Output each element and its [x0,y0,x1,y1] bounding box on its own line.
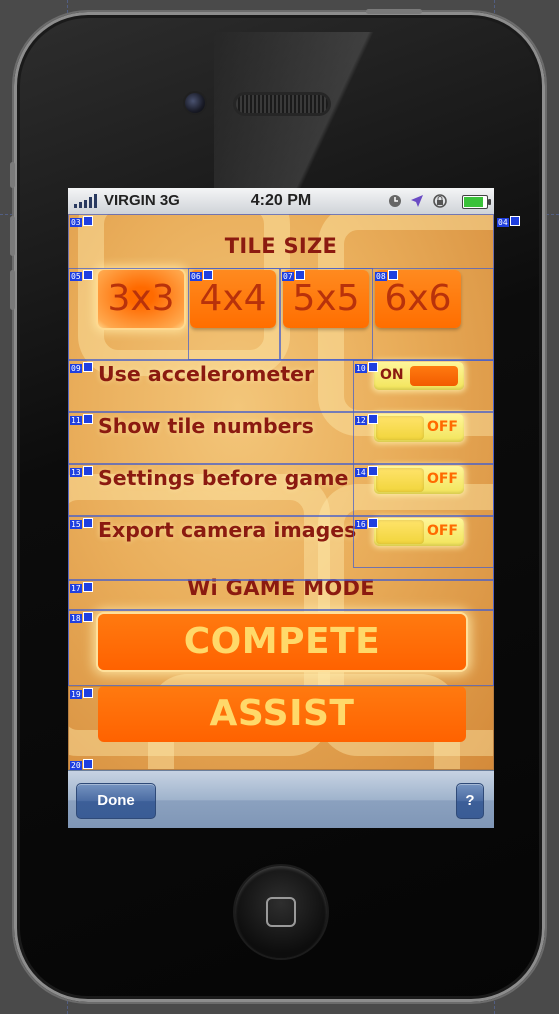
home-square-icon [266,897,296,927]
export-camera-images-label: Export camera images [98,518,357,542]
volume-down-button [10,270,15,310]
view-index-badge: 20 [70,759,93,770]
rotation-lock-icon [433,194,447,208]
toggle-state-text: ON [380,367,404,383]
view-index-badge: 18 [70,612,93,624]
view-index-badge: 11 [70,414,93,426]
toggle-knob [376,416,424,440]
compete-button[interactable]: COMPETE [98,614,466,670]
view-index-badge: 14 [355,466,378,478]
toggle-state-text: OFF [426,523,458,539]
view-index-badge: 19 [70,688,93,700]
done-button[interactable]: Done [76,783,156,819]
tile-numbers-label: Show tile numbers [98,414,314,438]
toggle-knob [376,468,424,492]
view-index-badge: 08 [375,270,398,282]
front-camera [185,93,205,113]
toggle-state-text: OFF [426,471,458,487]
view-index-badge: 12 [355,414,378,426]
view-index-badge: 09 [70,362,93,374]
status-time: 4:20 PM [250,192,312,209]
phone-screen: VIRGIN 3G 4:20 PM TILE SIZE 3x3 4x4 5x5 … [68,188,494,828]
toggle-state-text: OFF [426,419,458,435]
settings-before-game-toggle[interactable]: OFF [374,466,464,494]
status-bar: VIRGIN 3G 4:20 PM [68,188,494,214]
game-mode-heading: Wi GAME MODE [187,576,375,600]
view-index-badge: 06 [190,270,213,282]
view-index-badge: 04 [497,216,520,228]
mute-switch [10,162,15,188]
help-button[interactable]: ? [456,783,484,819]
view-index-badge: 05 [70,270,93,282]
location-arrow-icon [411,195,423,207]
volume-up-button [10,216,15,256]
battery-icon [462,195,491,209]
tile-size-3x3-button[interactable]: 3x3 [98,270,184,328]
view-index-badge: 03 [70,216,93,228]
accelerometer-label: Use accelerometer [98,362,315,386]
toggle-knob [376,520,424,544]
settings-panel: TILE SIZE 3x3 4x4 5x5 6x6 Use accelerome… [68,214,494,770]
view-index-badge: 13 [70,466,93,478]
view-index-badge: 10 [355,362,378,374]
assist-button[interactable]: ASSIST [98,686,466,742]
toggle-on-fill [410,366,458,386]
export-camera-images-toggle[interactable]: OFF [374,518,464,546]
alarm-clock-icon [389,195,401,207]
tile-size-heading: TILE SIZE [224,234,338,258]
view-index-badge: 07 [282,270,305,282]
view-index-badge: 17 [70,582,93,594]
tile-numbers-toggle[interactable]: OFF [374,414,464,442]
earpiece-speaker [236,95,328,113]
bottom-toolbar: Done ? [68,770,494,828]
settings-before-game-label: Settings before game [98,466,349,490]
power-button [366,9,422,14]
view-index-badge: 15 [70,518,93,530]
accelerometer-toggle[interactable]: ON [374,362,464,390]
view-index-badge: 16 [355,518,378,530]
